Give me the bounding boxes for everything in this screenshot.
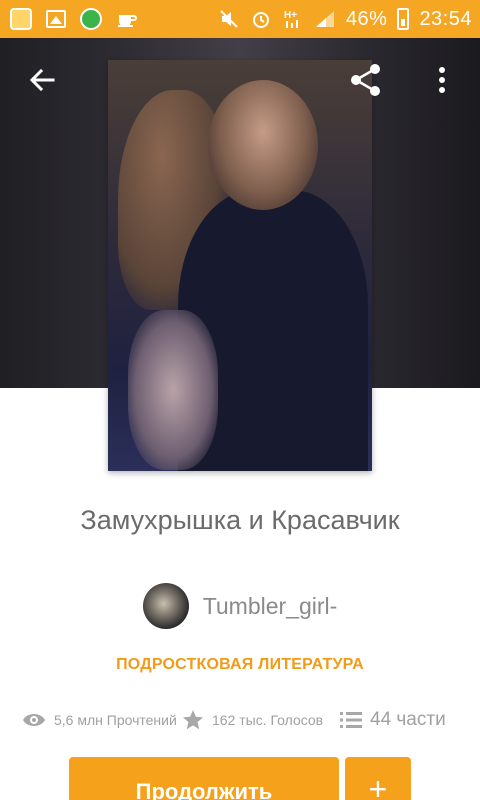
story-category[interactable]: ПОДРОСТКОВАЯ ЛИТЕРАТУРА xyxy=(0,656,480,674)
story-cover-image[interactable] xyxy=(108,60,372,471)
star-icon xyxy=(183,710,203,730)
alarm-icon xyxy=(250,8,272,30)
battery-icon xyxy=(397,8,410,30)
reads-count: 5,6 млн Прочтений xyxy=(54,712,177,728)
votes-count: 162 тыс. Голосов xyxy=(212,712,324,728)
add-to-library-button[interactable]: + xyxy=(345,757,411,800)
h-plus-icon: H+ xyxy=(282,8,304,30)
signal-icon xyxy=(314,8,336,30)
parts-count: 44 части xyxy=(370,709,446,730)
reads-stat: 5,6 млн Прочтений xyxy=(22,705,177,735)
story-title: Замухрышка и Красавчик xyxy=(80,505,400,535)
author-avatar[interactable] xyxy=(142,583,189,629)
status-bar: H+ 46% 23:54 xyxy=(0,0,480,38)
battery-percent: 46% xyxy=(345,7,388,30)
back-button[interactable] xyxy=(20,58,64,102)
mute-icon xyxy=(218,8,240,30)
clock: 23:54 xyxy=(419,7,472,30)
teacup-icon xyxy=(116,8,138,30)
votes-stat: 162 тыс. Голосов xyxy=(182,705,323,735)
share-button[interactable] xyxy=(344,58,388,102)
eye-icon xyxy=(23,714,45,726)
svg-text:H+: H+ xyxy=(284,10,297,21)
app-icon xyxy=(10,8,32,30)
author-name[interactable]: Tumbler_girl- xyxy=(203,593,338,620)
green-app-icon xyxy=(80,8,102,30)
share-icon xyxy=(351,64,380,96)
list-icon xyxy=(340,712,362,728)
author-row[interactable]: Tumbler_girl- xyxy=(0,583,480,629)
more-button[interactable] xyxy=(420,58,464,102)
continue-reading-button[interactable]: Продолжить xyxy=(69,757,339,800)
gallery-icon xyxy=(46,10,66,28)
parts-stat[interactable]: 44 части xyxy=(340,705,446,735)
back-arrow-icon xyxy=(29,68,55,92)
more-vert-icon xyxy=(439,67,445,93)
story-stats: 5,6 млн Прочтений 162 тыс. Голосов 44 ча… xyxy=(22,705,462,735)
